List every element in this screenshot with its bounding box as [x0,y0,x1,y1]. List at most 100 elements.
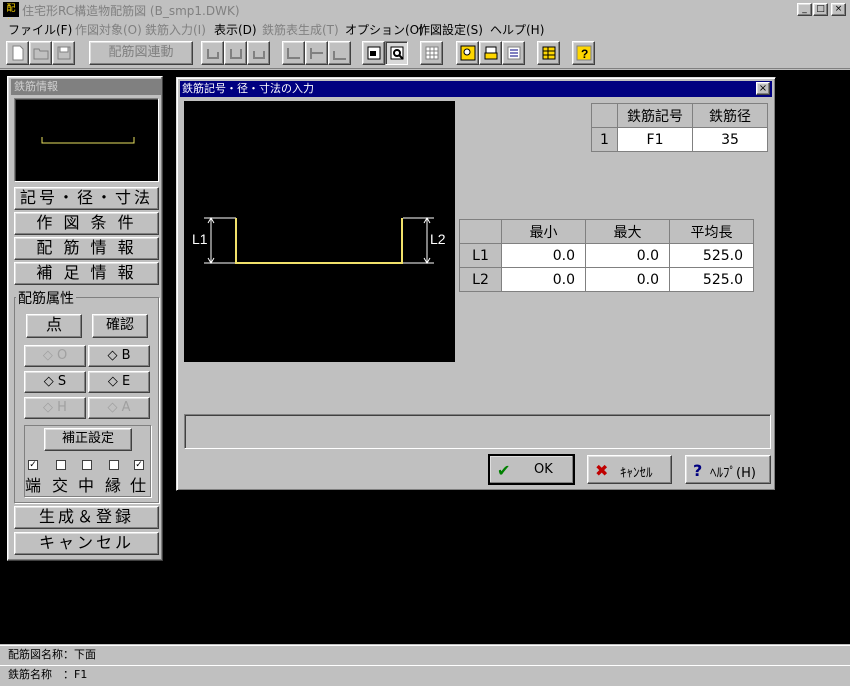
check-end[interactable]: ✓ [28,460,38,470]
min-cell[interactable]: 0.0 [501,243,586,268]
close-window-button[interactable]: × [831,3,846,16]
title-bar: 配筋 住宅形RC構造物配筋図 (B_smp1.DWK) _ □ × [0,0,850,29]
message-area [184,414,771,449]
rebar-diameter-cell[interactable]: 35 [692,127,768,152]
rebar-input-dialog: 鉄筋記号・径・寸法の入力 × L1 L2 鉄筋記号 鉄筋径 1 F1 35 最小… [176,77,776,491]
attr-s-button[interactable]: ◇ S [24,371,86,393]
minimize-button[interactable]: _ [797,3,812,16]
menu-help[interactable]: ヘルプ(H) [490,21,544,38]
rebar-shape-drawing: L1 L2 [192,217,446,264]
symbol-diameter-dimension-button[interactable]: 記号・径・寸法 [14,187,159,210]
attr-e-button[interactable]: ◇ E [88,371,150,393]
generate-register-button[interactable]: 生成＆登録 [14,506,159,529]
rebar-shape-icon [253,51,265,59]
dimension-icon [287,48,300,59]
attr-a-button[interactable]: ◇ A [88,397,150,419]
link-drawing-button[interactable]: 配筋図連動 [89,41,193,65]
cancel-button[interactable]: ✖ ｷｬﾝｾﾙ [587,455,672,484]
table-row: L1 0.0 0.0 525.0 [459,243,754,268]
dialog-title: 鉄筋記号・径・寸法の入力 [182,82,314,95]
column-header-symbol: 鉄筋記号 [617,103,693,128]
rebar-shape-2-button[interactable] [224,41,247,65]
panel-title: 鉄筋情報 [11,79,161,95]
check-middle[interactable] [82,460,92,470]
point-button[interactable]: 点 [26,314,82,338]
cancel-panel-button[interactable]: キャンセル [14,532,159,555]
cancel-label: ｷｬﾝｾﾙ [620,466,653,481]
max-cell[interactable]: 0.0 [585,267,670,292]
save-button[interactable] [52,41,75,65]
zoom-button[interactable] [385,41,408,65]
table-icon [542,46,556,60]
average-cell[interactable]: 525.0 [669,243,754,268]
print-button[interactable] [479,41,502,65]
min-cell[interactable]: 0.0 [501,267,586,292]
settings-button[interactable] [502,41,525,65]
confirm-button[interactable]: 確認 [92,314,148,338]
select-button[interactable] [362,41,385,65]
drawing-conditions-button[interactable]: 作 図 条 件 [14,212,159,235]
average-cell[interactable]: 525.0 [669,267,754,292]
printer-icon [484,46,498,60]
dimension-icon [333,51,346,60]
rebar-preview [14,98,159,182]
help-icon: ? [576,45,592,61]
max-cell[interactable]: 0.0 [585,243,670,268]
help-toolbar-button[interactable]: ? [572,41,595,65]
check-cross[interactable] [56,460,66,470]
dimension-1-button[interactable] [282,41,305,65]
check-finish-label: 仕 [130,476,147,495]
rebar-shape-1-button[interactable] [201,41,224,65]
check-end-label: 端 [25,476,42,495]
rebar-symbol-cell[interactable]: F1 [617,127,693,152]
table-corner [459,219,502,244]
grid-button[interactable] [420,41,443,65]
open-file-button[interactable] [29,41,52,65]
menu-target[interactable]: 作図対象(O) [75,21,142,38]
help-button[interactable]: ? ﾍﾙﾌﾟ(H) [685,455,771,484]
status-drawing-name: 配筋図名称：下面 [0,645,850,665]
attr-b-button[interactable]: ◇ B [88,345,150,367]
ok-button[interactable]: ✔ OK [488,454,575,485]
attr-o-button[interactable]: ◇ O [24,345,86,367]
maximize-button[interactable]: □ [813,3,828,16]
menu-options[interactable]: オプション(O) [345,21,424,38]
rebar-layout-info-button[interactable]: 配 筋 情 報 [14,237,159,260]
rebar-preview-shape [41,137,135,144]
check-finish[interactable]: ✓ [134,460,144,470]
dialog-close-button[interactable]: × [756,82,770,95]
settings-icon [507,46,521,60]
l2-dimension-label: L2 [430,231,446,247]
menu-draw-settings[interactable]: 作図設定(S) [418,21,483,38]
column-header-average: 平均長 [669,219,754,244]
find-button[interactable] [456,41,479,65]
new-file-button[interactable] [6,41,29,65]
menu-rebar-table[interactable]: 鉄筋表生成(T) [262,21,339,38]
table-button[interactable] [537,41,560,65]
row-header: L2 [459,267,502,292]
table-corner [591,103,618,128]
table-row: L2 0.0 0.0 525.0 [459,267,754,292]
dimension-2-button[interactable] [305,41,328,65]
check-edge[interactable] [109,460,119,470]
dialog-title-bar: 鉄筋記号・径・寸法の入力 × [180,81,772,97]
menu-file[interactable]: ファイル(F) [8,21,72,38]
rebar-shape-3-button[interactable] [247,41,270,65]
save-icon [57,46,71,60]
ok-label: OK [534,462,553,477]
supplementary-info-button[interactable]: 補 足 情 報 [14,262,159,285]
magnifier-icon [460,45,476,61]
check-middle-label: 中 [78,476,95,495]
column-header-min: 最小 [501,219,586,244]
rebar-symbol-table: 鉄筋記号 鉄筋径 1 F1 35 [591,103,768,152]
menu-rebar-input[interactable]: 鉄筋入力(I) [145,21,206,38]
check-icon: ✔ [497,461,511,480]
help-label: ﾍﾙﾌﾟ(H) [710,466,756,481]
rebar-attribute-label: 配筋属性 [16,288,76,308]
menu-view[interactable]: 表示(D) [214,21,257,38]
attr-h-button[interactable]: ◇ H [24,397,86,419]
dimension-3-button[interactable] [328,41,351,65]
rebar-shape-icon [207,49,219,59]
rebar-shape-icon [230,49,242,59]
correction-settings-button[interactable]: 補正設定 [44,428,132,451]
